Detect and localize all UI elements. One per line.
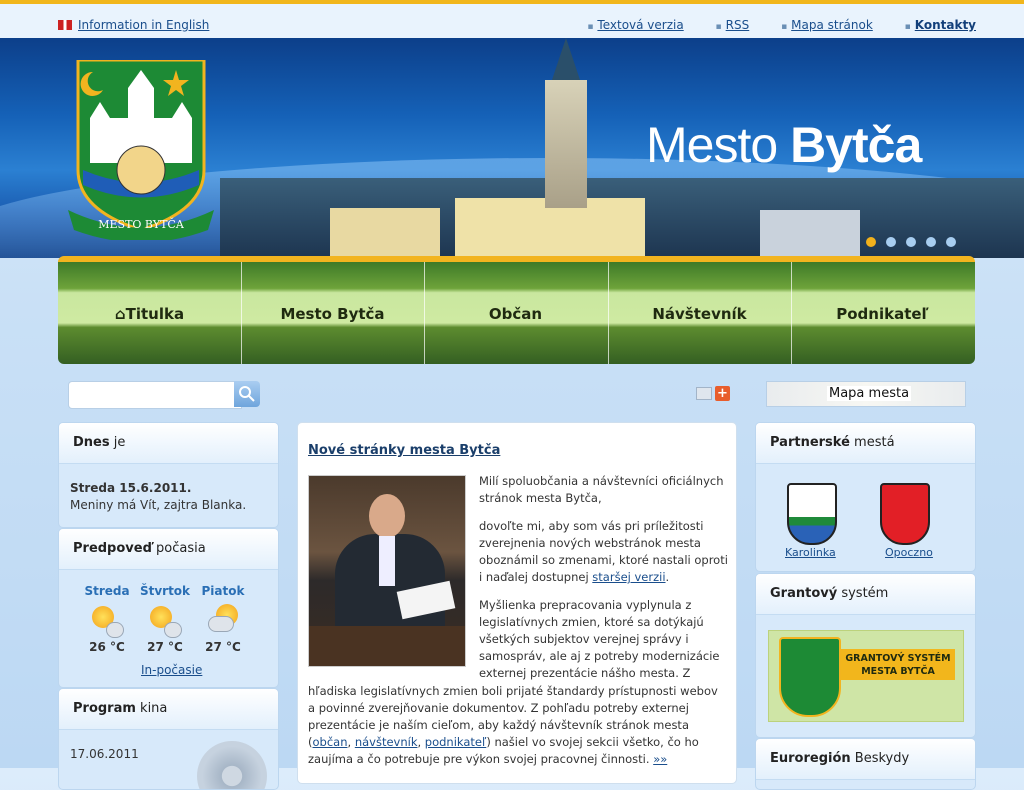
today-box-title: Dnes je bbox=[59, 423, 278, 464]
article-paragraph: Myšlienka prepracovania vyplynula z legi… bbox=[479, 598, 720, 680]
weather-box: Predpoveď počasia Streda 26 °C Štvrtok 2… bbox=[58, 528, 279, 688]
slider-dot[interactable] bbox=[946, 237, 956, 247]
share-plus-icon[interactable]: + bbox=[715, 386, 730, 401]
english-link[interactable]: Information in English bbox=[78, 18, 209, 32]
today-date: Streda 15.6.2011. bbox=[70, 481, 192, 495]
city-map-label: Mapa mesta bbox=[827, 386, 912, 401]
main-navigation: ⌂Titulka Mesto Bytča Občan Návštevník Po… bbox=[58, 256, 975, 364]
rss-link[interactable]: RSS bbox=[726, 18, 750, 32]
weather-day: Piatok 27 °C bbox=[193, 584, 253, 654]
euroregion-title: Euroregión Beskydy bbox=[756, 739, 975, 780]
karolinka-crest-icon[interactable] bbox=[787, 483, 837, 545]
weather-day-label: Štvrtok bbox=[139, 584, 191, 598]
brand-word2: Bytča bbox=[790, 117, 922, 173]
nav-item-titulka[interactable]: ⌂Titulka bbox=[58, 294, 241, 334]
cinema-date: 17.06.2011 bbox=[70, 747, 139, 761]
slider-dot[interactable] bbox=[926, 237, 936, 247]
citizen-link[interactable]: občan bbox=[313, 735, 348, 749]
cloud-sun-rain-icon bbox=[206, 604, 240, 638]
bullet-icon: ▪ bbox=[715, 22, 722, 32]
grant-system-box: Grantový systém GRANTOVÝ SYSTÉM MESTA BY… bbox=[755, 573, 976, 738]
banner-slider-dots bbox=[866, 236, 966, 250]
top-links: ▪ Textová verzia ▪ RSS ▪ Mapa stránok ▪ Kont… bbox=[559, 18, 976, 32]
search-icon bbox=[239, 386, 255, 402]
church-tower-image bbox=[545, 38, 587, 208]
site-brand: Mesto Bytča bbox=[646, 116, 922, 174]
city-map-button[interactable]: Mapa mesta bbox=[766, 381, 966, 407]
nav-label: Mesto Bytča bbox=[280, 305, 385, 323]
grant-system-banner[interactable]: GRANTOVÝ SYSTÉM MESTA BYTČA bbox=[768, 630, 964, 722]
slider-dot[interactable] bbox=[886, 237, 896, 247]
nav-label: Občan bbox=[488, 305, 543, 323]
weather-day: Štvrtok 27 °C bbox=[135, 584, 195, 654]
main-article: Nové stránky mesta Bytča Milí spoluobčan… bbox=[297, 422, 737, 784]
mail-icon[interactable] bbox=[696, 387, 712, 400]
sitemap-link[interactable]: Mapa stránok bbox=[791, 18, 873, 32]
town-crest-logo: MESTO BYTČA bbox=[68, 60, 214, 240]
home-icon: ⌂ bbox=[114, 305, 126, 323]
uk-flag-icon bbox=[58, 20, 72, 30]
article-title[interactable]: Nové stránky mesta Bytča bbox=[308, 443, 500, 458]
bullet-icon: ▪ bbox=[587, 22, 594, 32]
cinema-box: Program kina 17.06.2011 bbox=[58, 688, 279, 790]
bullet-icon: ▪ bbox=[781, 22, 788, 32]
weather-provider-link[interactable]: In-počasie bbox=[141, 663, 202, 677]
nav-label: Titulka bbox=[125, 305, 185, 323]
weather-day: Streda 26 °C bbox=[77, 584, 137, 654]
slider-dot[interactable] bbox=[866, 237, 876, 247]
crest-caption: MESTO BYTČA bbox=[98, 217, 185, 231]
weather-day-label: Streda bbox=[84, 584, 130, 598]
top-bar: Information in English ▪ Textová verzia ▪… bbox=[0, 4, 1024, 38]
nav-item-mesto[interactable]: Mesto Bytča bbox=[241, 294, 424, 334]
nav-label: Návštevník bbox=[652, 305, 747, 323]
text-version-link[interactable]: Textová verzia bbox=[597, 18, 683, 32]
today-box: Dnes je Streda 15.6.2011. Meniny má Vít,… bbox=[58, 422, 279, 528]
town-crest-logo bbox=[779, 637, 841, 717]
header-banner: MESTO BYTČA Mesto Bytča bbox=[0, 38, 1024, 258]
read-more-link[interactable]: »» bbox=[653, 752, 667, 766]
search-input[interactable] bbox=[68, 381, 242, 409]
english-link-wrap: Information in English bbox=[58, 18, 209, 32]
building-image bbox=[330, 208, 440, 256]
name-day: Meniny má Vít, zajtra Blanka. bbox=[70, 498, 247, 512]
weather-box-title: Predpoveď počasia bbox=[59, 529, 278, 570]
film-reel-icon bbox=[197, 741, 267, 789]
nav-item-obcan[interactable]: Občan bbox=[424, 294, 607, 334]
contacts-link[interactable]: Kontakty bbox=[915, 18, 976, 32]
weather-temp: 26 °C bbox=[89, 640, 125, 654]
weather-day-label: Piatok bbox=[201, 584, 245, 598]
sun-storm-icon bbox=[148, 604, 182, 638]
partner-cities-title: Partnerské mestá bbox=[756, 423, 975, 464]
weather-temp: 27 °C bbox=[147, 640, 183, 654]
nav-label: Podnikateľ bbox=[836, 305, 929, 323]
article-paragraph: Milí spoluobčania a návštevníci oficiáln… bbox=[479, 474, 724, 505]
cinema-box-title: Program kina bbox=[59, 689, 278, 730]
mayor-photo bbox=[308, 475, 466, 667]
bullet-icon: ▪ bbox=[904, 22, 911, 32]
brand-word1: Mesto bbox=[646, 117, 778, 173]
weather-temp: 27 °C bbox=[205, 640, 241, 654]
building-image bbox=[760, 210, 860, 256]
article-paragraph: hľadiska legislatívnych zmien boli prija… bbox=[308, 684, 718, 766]
partner-karolinka-link[interactable]: Karolinka bbox=[785, 546, 836, 559]
euroregion-box: Euroregión Beskydy bbox=[755, 738, 976, 790]
visitor-link[interactable]: návštevník bbox=[355, 735, 418, 749]
grant-system-label: GRANTOVÝ SYSTÉM MESTA BYTČA bbox=[841, 649, 955, 680]
sun-storm-icon bbox=[90, 604, 124, 638]
search-button[interactable] bbox=[234, 381, 260, 407]
slider-dot[interactable] bbox=[906, 237, 916, 247]
partner-cities-box: Partnerské mestá Karolinka Opoczno bbox=[755, 422, 976, 572]
nav-item-podnikatel[interactable]: Podnikateľ bbox=[791, 294, 974, 334]
nav-item-navstevnik[interactable]: Návštevník bbox=[608, 294, 791, 334]
opoczno-crest-icon[interactable] bbox=[880, 483, 930, 545]
entrepreneur-link[interactable]: podnikateľ bbox=[425, 735, 487, 749]
partner-opoczno-link[interactable]: Opoczno bbox=[885, 546, 933, 559]
old-version-link[interactable]: staršej verzii bbox=[592, 570, 665, 584]
article-paragraph: dovoľte mi, aby som vás pri príležitosti… bbox=[479, 519, 728, 584]
grant-system-title: Grantový systém bbox=[756, 574, 975, 615]
